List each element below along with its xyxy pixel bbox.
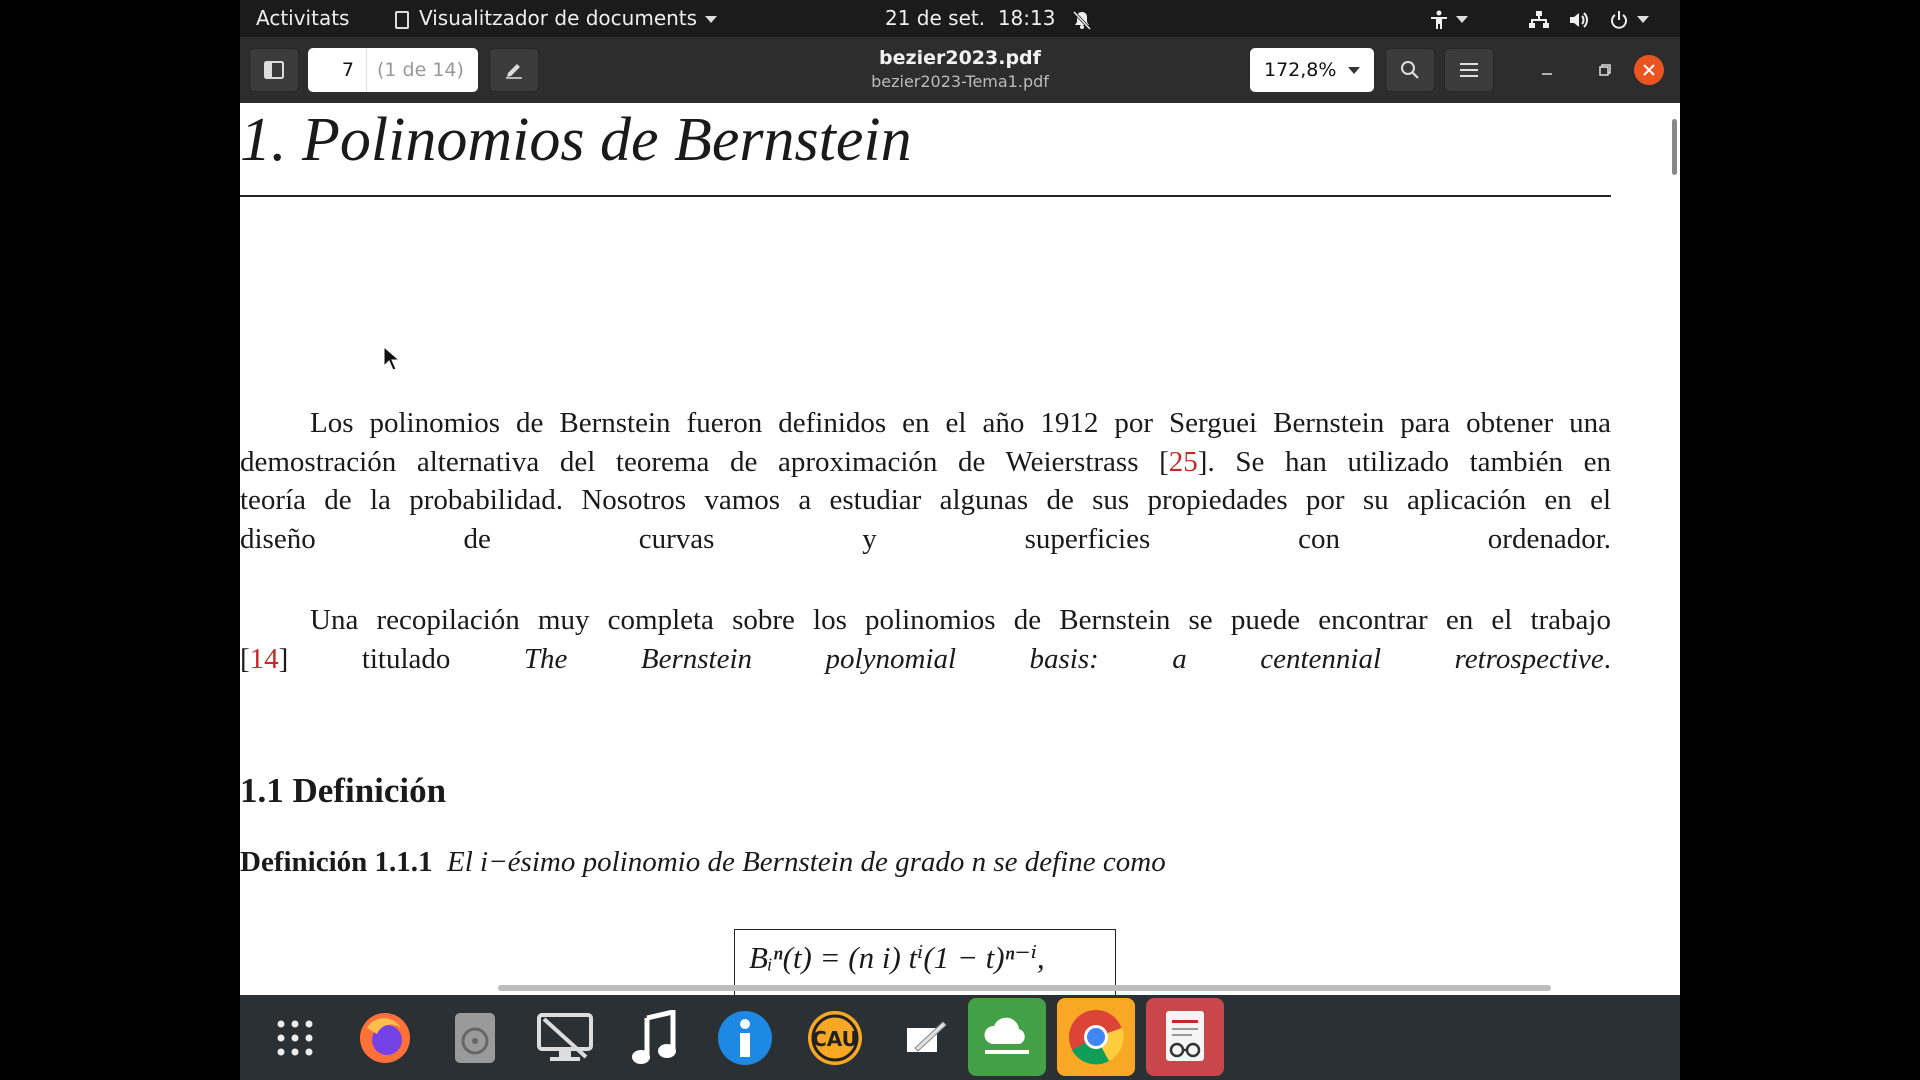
dock-notes[interactable] xyxy=(890,1003,960,1073)
date-label: 21 de set. xyxy=(885,6,986,30)
text-fragment: . xyxy=(1603,642,1611,675)
chapter-title: 1. Polinomios de Bernstein xyxy=(240,106,912,174)
paragraph-2: Una recopilación muy completa sobre los … xyxy=(240,601,1611,678)
text-fragment: demostración alternativa del teorema de … xyxy=(240,445,1169,478)
close-button[interactable] xyxy=(1634,55,1664,85)
page-count-label: (1 de 14) xyxy=(366,48,478,92)
time-label: 18:13 xyxy=(997,6,1056,30)
dock-chrome[interactable] xyxy=(1057,998,1135,1076)
vertical-scrollbar[interactable] xyxy=(1672,119,1677,175)
bernstein-formula: Bᵢⁿ(t) = (n i) tⁱ(1 − t)ⁿ⁻ⁱ, xyxy=(749,940,1045,975)
search-icon xyxy=(1401,61,1419,79)
notes-icon xyxy=(907,1021,947,1052)
activities-button[interactable]: Activitats xyxy=(256,0,349,37)
minimize-button[interactable] xyxy=(1532,55,1562,85)
paragraph-1-line-4: diseño de curvas y superficies con orden… xyxy=(240,522,1611,555)
chapter-rule xyxy=(240,195,1611,197)
accessibility-icon xyxy=(1431,10,1447,29)
top-bar: Activitats Visualitzador de documents 21… xyxy=(240,0,1680,37)
minimize-icon xyxy=(1542,73,1552,75)
dock-disks[interactable] xyxy=(440,1003,510,1073)
app-menu[interactable]: Visualitzador de documents xyxy=(395,0,718,37)
dock-document-viewer[interactable] xyxy=(1146,998,1224,1076)
paragraph-1-line-1: Los polinomios de Bernstein fueron defin… xyxy=(310,407,1611,439)
paragraph-2-line-2: [14] titulado The Bernstein polynomial b… xyxy=(240,640,1611,679)
app-menu-label: Visualitzador de documents xyxy=(419,6,698,30)
remote-desktop-icon xyxy=(537,1013,593,1061)
dock-firefox[interactable] xyxy=(350,1003,420,1073)
app-grid-icon xyxy=(277,1020,313,1056)
dock-cau[interactable]: CAU xyxy=(800,1003,870,1073)
dock-info[interactable] xyxy=(710,1003,780,1073)
mouse-pointer-icon xyxy=(383,346,399,371)
paragraph-1-line-2: demostración alternativa del teorema de … xyxy=(240,443,1611,482)
close-icon xyxy=(1643,64,1655,76)
document-title: bezier2023.pdf xyxy=(879,47,1041,69)
text-fragment: ] titulado xyxy=(278,642,524,675)
music-icon xyxy=(632,1010,676,1064)
notifications-off-icon xyxy=(1072,10,1091,30)
document-subtitle: bezier2023-Tema1.pdf xyxy=(871,72,1049,91)
horizontal-scrollbar[interactable] xyxy=(498,985,1551,991)
document-viewer-icon xyxy=(1166,1011,1204,1061)
annotate-button[interactable] xyxy=(489,48,539,92)
show-applications-button[interactable] xyxy=(260,1003,330,1073)
screen: Activitats Visualitzador de documents 21… xyxy=(240,0,1680,1080)
pencil-icon xyxy=(506,64,522,79)
chevron-down-icon xyxy=(1636,16,1649,23)
sidebar-icon xyxy=(264,61,284,79)
network-wired-icon xyxy=(1529,10,1549,28)
paragraph-1: Los polinomios de Bernstein fueron defin… xyxy=(240,404,1611,558)
disk-icon xyxy=(455,1013,495,1063)
zoom-select[interactable]: 172,8% xyxy=(1250,48,1374,92)
maximize-button[interactable] xyxy=(1590,55,1620,85)
chevron-down-icon xyxy=(705,16,718,23)
page-number-input[interactable]: 7 xyxy=(308,48,366,92)
citation-link-25[interactable]: 25 xyxy=(1169,446,1198,478)
firefox-icon xyxy=(360,1013,410,1063)
definition: Definición 1.1.1 El i−ésimo polinomio de… xyxy=(240,846,1166,879)
clock[interactable]: 21 de set. 18:13 xyxy=(885,0,1092,37)
dock-remote-desktop[interactable] xyxy=(530,1003,600,1073)
dock: CAU xyxy=(240,995,1680,1080)
chevron-down-icon xyxy=(1348,67,1360,74)
reference-title: The Bernstein polynomial basis: a centen… xyxy=(523,642,1604,675)
hamburger-menu-icon xyxy=(1460,63,1478,77)
power-icon xyxy=(1610,10,1627,29)
restore-icon xyxy=(1599,64,1611,76)
dock-cloud[interactable] xyxy=(968,998,1046,1076)
info-icon xyxy=(718,1011,772,1065)
text-fragment: [ xyxy=(240,642,250,675)
document-viewer-small-icon xyxy=(395,10,409,29)
cau-icon: CAU xyxy=(808,1011,862,1065)
dock-music[interactable] xyxy=(620,1003,690,1073)
paragraph-1-line-3: teoría de la probabilidad. Nosotros vamo… xyxy=(240,484,1611,516)
paragraph-2-line-1: Una recopilación muy completa sobre los … xyxy=(310,604,1611,636)
text-fragment: ]. Se han utilizado también en xyxy=(1197,445,1611,478)
menu-button[interactable] xyxy=(1444,48,1494,92)
svg-text:CAU: CAU xyxy=(812,1027,858,1051)
document-view[interactable]: 1. Polinomios de Bernstein Los polinomio… xyxy=(240,103,1680,995)
sidebar-toggle-button[interactable] xyxy=(249,48,299,92)
chevron-down-icon xyxy=(1456,16,1468,23)
definition-label: Definición 1.1.1 xyxy=(240,846,433,878)
definition-text: El i−ésimo polinomio de Bernstein de gra… xyxy=(447,846,1166,878)
chrome-icon xyxy=(1069,1010,1124,1065)
header-bar: 7 (1 de 14) bezier2023.pdf bezier2023-Te… xyxy=(240,37,1680,103)
citation-link-14[interactable]: 14 xyxy=(250,643,279,675)
cloud-icon xyxy=(984,1017,1029,1054)
zoom-value: 172,8% xyxy=(1264,59,1337,81)
volume-icon xyxy=(1570,11,1589,28)
system-menu[interactable] xyxy=(1528,0,1649,37)
accessibility-menu[interactable] xyxy=(1430,0,1468,37)
section-title: 1.1 Definición xyxy=(240,771,447,810)
search-button[interactable] xyxy=(1385,48,1435,92)
